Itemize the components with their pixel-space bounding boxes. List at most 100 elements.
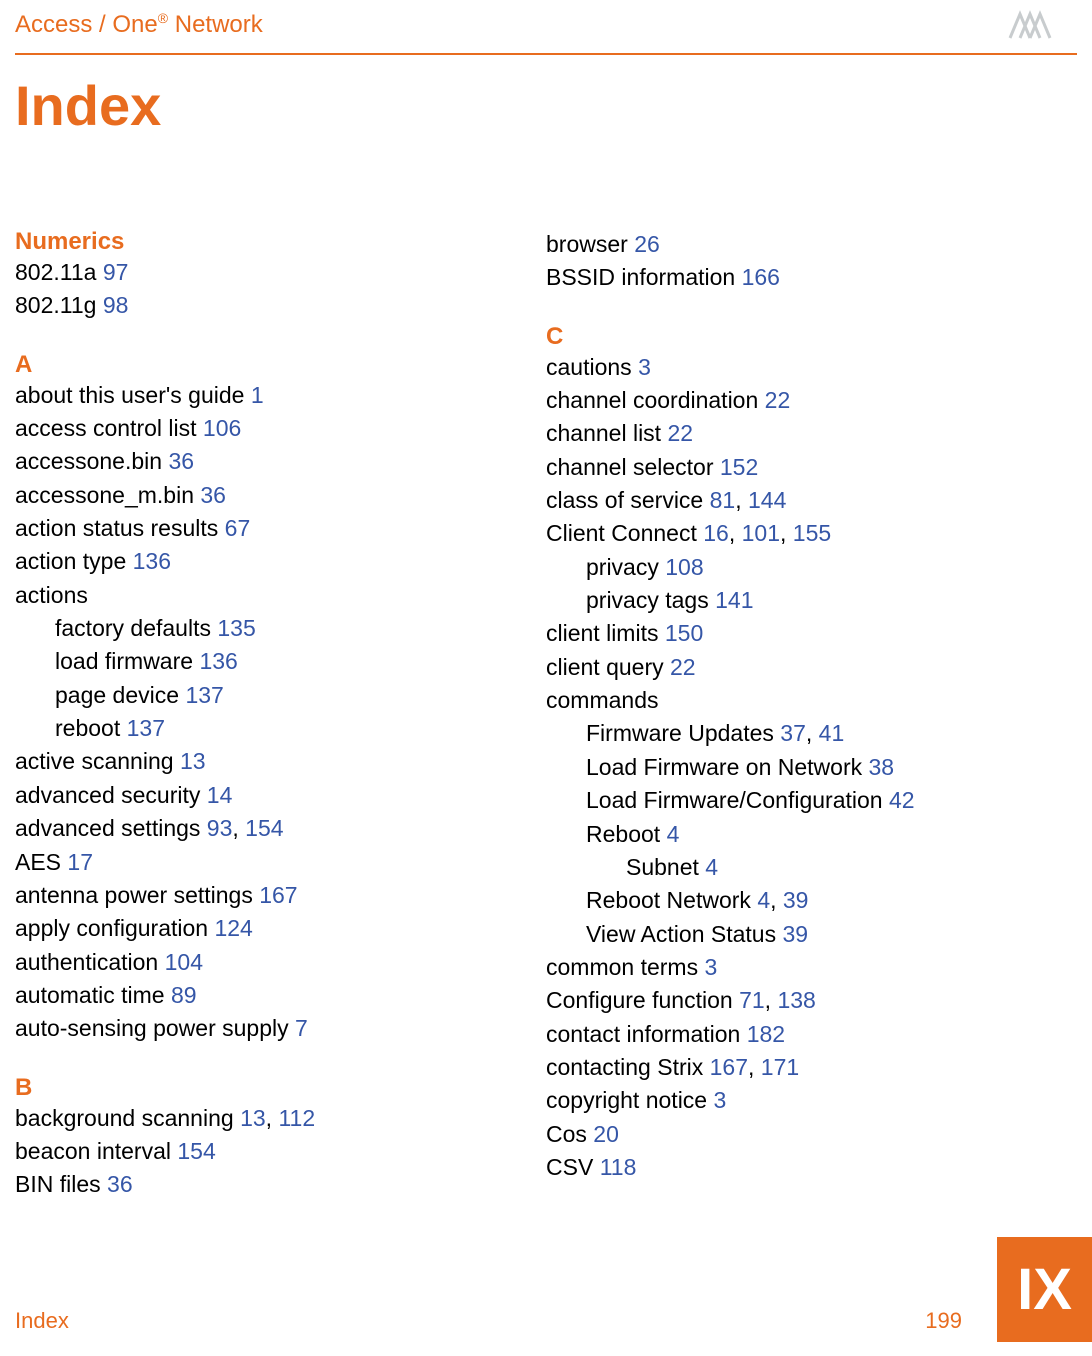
page-ref[interactable]: 171 xyxy=(761,1054,799,1080)
index-entry: beacon interval 154 xyxy=(15,1135,546,1168)
index-entry: apply configuration 124 xyxy=(15,912,546,945)
index-entry: channel coordination 22 xyxy=(546,384,1077,417)
index-entry: advanced security 14 xyxy=(15,779,546,812)
page-ref[interactable]: 4 xyxy=(705,854,718,880)
index-entry: background scanning 13, 112 xyxy=(15,1102,546,1135)
page-ref[interactable]: 22 xyxy=(765,387,791,413)
page-ref[interactable]: 101 xyxy=(742,520,780,546)
page-ref[interactable]: 39 xyxy=(783,887,809,913)
page-ref[interactable]: 20 xyxy=(593,1121,619,1147)
index-entry: 802.11g 98 xyxy=(15,289,546,322)
section-tab: IX xyxy=(997,1237,1092,1342)
index-subentry: Load Firmware on Network 38 xyxy=(586,751,1077,784)
page-ref[interactable]: 108 xyxy=(665,554,703,580)
page-ref[interactable]: 124 xyxy=(214,915,252,941)
page-ref[interactable]: 1 xyxy=(251,382,264,408)
page-ref[interactable]: 93 xyxy=(207,815,233,841)
page-ref[interactable]: 118 xyxy=(600,1154,637,1180)
index-entry: Cos 20 xyxy=(546,1118,1077,1151)
index-entry: antenna power settings 167 xyxy=(15,879,546,912)
index-entry-group: commands xyxy=(546,684,1077,717)
page-ref[interactable]: 155 xyxy=(793,520,831,546)
page-ref[interactable]: 106 xyxy=(203,415,241,441)
index-entry: automatic time 89 xyxy=(15,979,546,1012)
index-entry: class of service 81, 144 xyxy=(546,484,1077,517)
page-ref[interactable]: 16 xyxy=(703,520,729,546)
index-subentry: View Action Status 39 xyxy=(586,918,1077,951)
right-column: browser 26 BSSID information 166 C cauti… xyxy=(546,228,1077,1202)
page-ref[interactable]: 136 xyxy=(133,548,171,574)
page-ref[interactable]: 97 xyxy=(103,259,129,285)
page-ref[interactable]: 36 xyxy=(168,448,194,474)
index-columns: Numerics 802.11a 97 802.11g 98 A about t… xyxy=(0,228,1092,1202)
page-ref[interactable]: 154 xyxy=(245,815,283,841)
index-subentry: privacy tags 141 xyxy=(586,584,1077,617)
page-ref[interactable]: 13 xyxy=(180,748,206,774)
page-ref[interactable]: 22 xyxy=(670,654,696,680)
page-ref[interactable]: 136 xyxy=(199,648,237,674)
page-ref[interactable]: 135 xyxy=(217,615,255,641)
index-subentry: factory defaults 135 xyxy=(55,612,546,645)
page-ref[interactable]: 137 xyxy=(185,682,223,708)
page-ref[interactable]: 167 xyxy=(710,1054,748,1080)
page-ref[interactable]: 71 xyxy=(739,987,765,1013)
page-ref[interactable]: 7 xyxy=(295,1015,308,1041)
page-ref[interactable]: 22 xyxy=(667,420,693,446)
page-ref[interactable]: 67 xyxy=(225,515,251,541)
section-b: B xyxy=(15,1074,546,1102)
index-subentry: Firmware Updates 37, 41 xyxy=(586,717,1077,750)
title-pre: Access / One xyxy=(15,11,158,38)
page-ref[interactable]: 98 xyxy=(103,292,129,318)
page-ref[interactable]: 3 xyxy=(704,954,717,980)
page-ref[interactable]: 166 xyxy=(742,264,780,290)
page-ref[interactable]: 138 xyxy=(777,987,815,1013)
page-ref[interactable]: 4 xyxy=(667,821,680,847)
index-subentry: privacy 108 xyxy=(586,551,1077,584)
section-numerics: Numerics xyxy=(15,228,546,256)
index-entry: 802.11a 97 xyxy=(15,256,546,289)
page-ref[interactable]: 141 xyxy=(715,587,753,613)
page-ref[interactable]: 26 xyxy=(634,231,660,257)
page-ref[interactable]: 3 xyxy=(713,1087,726,1113)
page-ref[interactable]: 17 xyxy=(67,849,93,875)
page-ref[interactable]: 137 xyxy=(127,715,165,741)
page-title: Index xyxy=(15,73,1092,138)
page-ref[interactable]: 14 xyxy=(207,782,233,808)
page-ref[interactable]: 13 xyxy=(240,1105,266,1131)
page-ref[interactable]: 36 xyxy=(200,482,226,508)
index-entry: action type 136 xyxy=(15,545,546,578)
page-ref[interactable]: 41 xyxy=(819,720,845,746)
page-ref[interactable]: 3 xyxy=(638,354,651,380)
page-ref[interactable]: 36 xyxy=(107,1171,133,1197)
page-ref[interactable]: 4 xyxy=(757,887,770,913)
section-a: A xyxy=(15,351,546,379)
footer-section: Index xyxy=(15,1308,69,1334)
page-ref[interactable]: 152 xyxy=(720,454,758,480)
index-subentry: reboot 137 xyxy=(55,712,546,745)
registered-mark: ® xyxy=(158,10,168,26)
index-entry: auto-sensing power supply 7 xyxy=(15,1012,546,1045)
page-ref[interactable]: 154 xyxy=(177,1138,215,1164)
page-ref[interactable]: 182 xyxy=(747,1021,785,1047)
page-ref[interactable]: 81 xyxy=(710,487,736,513)
page-ref[interactable]: 167 xyxy=(259,882,297,908)
index-entry: action status results 67 xyxy=(15,512,546,545)
page-ref[interactable]: 39 xyxy=(782,921,808,947)
page-ref[interactable]: 144 xyxy=(748,487,786,513)
index-entry: accessone.bin 36 xyxy=(15,445,546,478)
index-entry: CSV 118 xyxy=(546,1151,1077,1184)
page-ref[interactable]: 42 xyxy=(889,787,915,813)
page-ref[interactable]: 89 xyxy=(171,982,197,1008)
page-ref[interactable]: 150 xyxy=(665,620,703,646)
index-subentry: load firmware 136 xyxy=(55,645,546,678)
index-entry: channel list 22 xyxy=(546,417,1077,450)
page-header: Access / One® Network xyxy=(0,0,1092,47)
index-entry: Client Connect 16, 101, 155 xyxy=(546,517,1077,550)
page-ref[interactable]: 37 xyxy=(780,720,806,746)
index-entry: about this user's guide 1 xyxy=(15,379,546,412)
index-entry: contact information 182 xyxy=(546,1018,1077,1051)
page-ref[interactable]: 38 xyxy=(869,754,895,780)
page-ref[interactable]: 104 xyxy=(165,949,203,975)
index-subsubentry: Subnet 4 xyxy=(626,851,1077,884)
page-ref[interactable]: 112 xyxy=(278,1105,315,1131)
